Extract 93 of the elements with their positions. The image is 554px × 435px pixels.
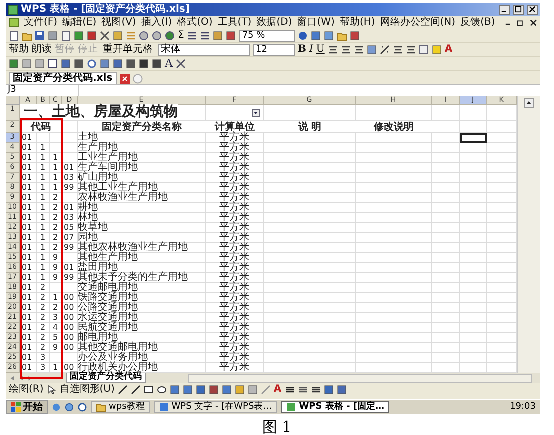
square-icon[interactable] [170,384,180,394]
square-icon[interactable] [350,30,360,40]
sheet-title: 一、土地、房屋及构筑物 [20,104,178,120]
square-icon[interactable] [196,384,206,394]
menu-item[interactable]: 网络办公空间(N) [380,16,456,28]
zoom-dropdown[interactable]: 75 % [239,30,296,42]
radio-icon[interactable] [87,58,97,68]
square-icon [286,402,296,412]
table-cell: 99 [62,273,77,282]
menu-item[interactable]: 编辑(E) [62,16,97,28]
style-dropdown[interactable]: 重开单元格 [101,44,155,54]
table-cell: 00 [62,363,77,372]
square-icon[interactable] [311,30,322,40]
format-button[interactable]: B [298,44,306,55]
horizontal-scrollbar[interactable] [188,374,532,382]
menu-item[interactable]: 帮助(H) [340,16,376,28]
rectangle-icon[interactable] [144,384,154,394]
taskbar-item[interactable]: WPS 表格 - [固定… [281,401,390,413]
checkbox-icon[interactable] [48,58,58,68]
window-title: WPS 表格 - [固定资产分类代码.xls] [21,4,190,16]
font-dropdown[interactable]: 宋体 [158,44,250,56]
figure-caption: 图 1 [261,418,293,435]
menu-item[interactable]: 工具(T) [218,16,252,28]
font-color-button[interactable]: A [274,384,282,395]
toolbar-button[interactable]: 帮助 [9,44,29,55]
menu-item[interactable]: 插入(I) [141,16,172,28]
draw-menu-button[interactable]: 绘图(R) [9,384,44,395]
table-cell: 00 [62,323,77,332]
format-button[interactable]: U [316,44,325,55]
close-icon [529,6,536,13]
square-icon[interactable] [74,58,84,68]
maximize-icon [515,6,522,13]
table-cell: 00 [62,333,77,342]
folder-icon [96,402,106,412]
menu-item[interactable]: 文件(F) [24,16,58,28]
start-button[interactable]: 开始 [6,400,48,414]
line-icon[interactable] [118,384,128,394]
ellipse-icon[interactable] [156,384,167,394]
square-icon[interactable] [222,384,232,394]
sum-button[interactable]: Σ [178,30,184,41]
table-cell: 03 [62,173,77,182]
document-tab[interactable]: 固定资产分类代码.xls [9,72,117,84]
minimize-button[interactable] [499,4,510,14]
table-cell: 4 [50,323,61,332]
table-cell: 00 [62,293,77,302]
vertical-scrollbar[interactable] [517,96,540,373]
square-icon[interactable] [152,58,162,68]
taskbar-item[interactable]: WPS 文字 - [在WPS表… [154,401,278,413]
toolbar-button[interactable]: 朗读 [32,44,52,55]
square-icon [158,402,169,412]
square-icon[interactable] [126,58,136,68]
sheet-tab[interactable]: 固定资产分类代码 [66,373,146,383]
font-size-dropdown[interactable]: 12 [253,44,295,56]
square-icon[interactable] [61,58,71,68]
menu-item[interactable]: 格式(O) [177,16,213,28]
dropdown-icon[interactable] [252,109,260,117]
square-icon[interactable] [139,58,149,68]
close-icon[interactable] [530,18,537,26]
autoshapes-button[interactable]: 自选图形(U) [60,384,115,395]
folder-icon[interactable] [337,30,348,40]
table-cell: 00 [62,303,77,312]
table-cell: 99 [62,243,77,252]
font-color-button[interactable]: A [444,44,453,55]
wordart-button[interactable]: A [165,58,173,69]
square-icon[interactable] [208,384,219,394]
page-icon[interactable] [9,30,19,40]
format-button[interactable]: I [309,44,314,55]
square-icon[interactable] [87,30,97,40]
scroll-up-icon[interactable] [524,98,534,108]
menu-item[interactable]: 窗口(W) [297,16,335,28]
menu-item[interactable]: 数据(D) [256,16,292,28]
table-cell: 99 [62,183,77,192]
restore-icon[interactable] [517,18,525,26]
square-icon[interactable] [74,30,84,40]
four-squares-icon [11,402,21,412]
table-cell: 00 [62,343,77,352]
menu-item[interactable]: 视图(V) [102,16,136,28]
square-icon[interactable] [182,384,193,394]
table-cell: 07 [62,233,77,242]
table-cell: 03 [62,213,77,222]
close-button[interactable] [527,4,538,14]
percent-icon[interactable] [380,44,390,54]
square-icon[interactable] [100,58,110,68]
circle-icon[interactable] [78,402,87,412]
taskbar-item[interactable]: wps教程 [91,401,150,413]
clock: 19:03 [510,402,536,412]
pointer-icon[interactable] [46,384,57,394]
maximize-button[interactable] [513,4,524,14]
page-icon[interactable] [61,30,71,40]
folder-icon[interactable] [22,30,32,40]
square-icon[interactable] [113,58,123,68]
menu-item[interactable]: 反馈(B) [460,16,496,28]
table-cell: 00 [62,313,77,322]
